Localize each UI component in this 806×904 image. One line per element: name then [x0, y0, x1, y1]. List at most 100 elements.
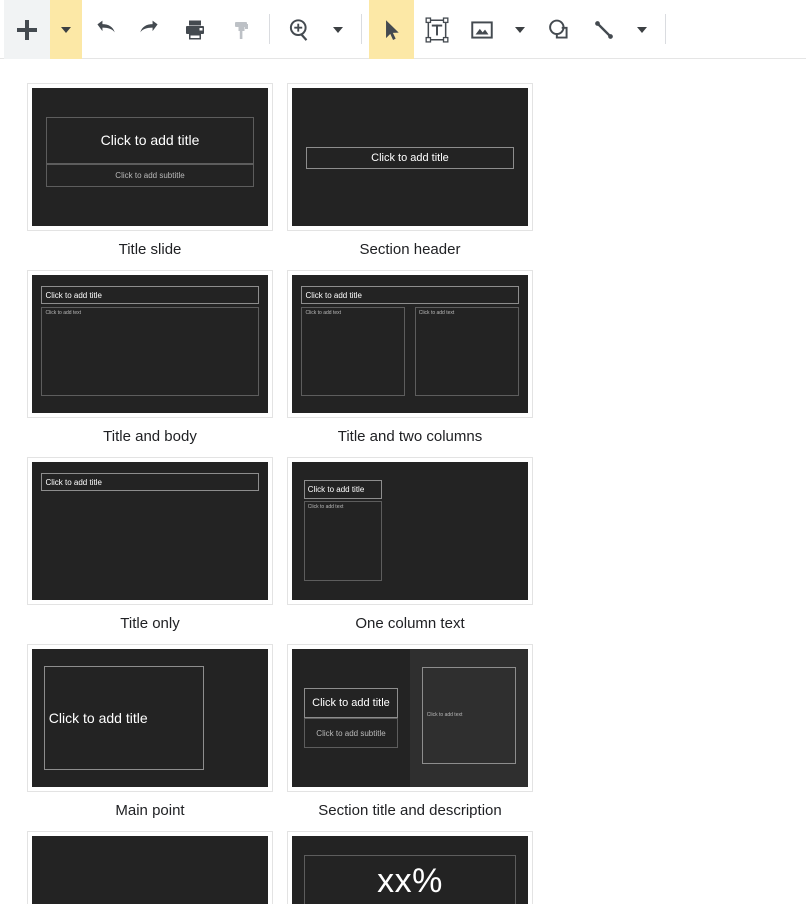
layout-option-title-and-body[interactable]: Click to add title Click to add text Tit… — [20, 270, 280, 446]
placeholder-subtitle-text: Click to add subtitle — [316, 728, 386, 738]
layout-option-one-column-text[interactable]: Click to add title Click to add text One… — [280, 457, 540, 633]
layout-thumbnail[interactable]: Click to add title — [27, 457, 273, 605]
layout-thumbnail[interactable]: Click to add title Click to add text — [27, 270, 273, 418]
layout-grid: Click to add title Click to add subtitle… — [0, 59, 806, 904]
layout-thumbnail[interactable]: Click to add title — [287, 83, 533, 231]
placeholder-title-text: Click to add title — [100, 132, 200, 149]
layout-label: One column text — [355, 615, 465, 632]
placeholder-title: Click to add title — [41, 286, 259, 304]
placeholder-body: Click to add text — [421, 666, 517, 764]
slide-preview: Click to add title Click to add text Cli… — [292, 275, 528, 413]
shapes-icon — [548, 19, 568, 39]
line-dropdown[interactable] — [626, 0, 658, 59]
layout-label: Section title and description — [318, 802, 502, 819]
placeholder-title-text: Click to add title — [45, 477, 102, 487]
placeholder-title: Click to add title — [41, 473, 259, 491]
zoom-button[interactable] — [277, 0, 322, 59]
placeholder-body-text: Click to add text — [45, 309, 82, 316]
placeholder-title: Click to add title — [46, 116, 254, 164]
placeholder-body-left: Click to add text — [301, 306, 406, 397]
print-icon — [185, 20, 204, 39]
layout-thumbnail[interactable]: Click to add text — [27, 831, 273, 904]
chevron-down-icon — [333, 26, 343, 33]
placeholder-big-number-text: xx% — [377, 862, 443, 901]
layout-option-main-point[interactable]: Click to add title Main point — [20, 644, 280, 820]
chevron-down-icon — [61, 26, 71, 33]
undo-button[interactable] — [82, 0, 127, 59]
layout-option-title-slide[interactable]: Click to add title Click to add subtitle… — [20, 83, 280, 259]
slide-preview: Click to add title Click to add text — [32, 275, 268, 413]
redo-icon — [139, 20, 158, 32]
slide-preview: Click to add title Click to add subtitle… — [292, 649, 528, 787]
toolbar-divider — [269, 14, 270, 44]
redo-button[interactable] — [127, 0, 172, 59]
placeholder-title: Click to add title — [303, 687, 399, 718]
line-button[interactable] — [581, 0, 626, 59]
placeholder-title-text: Click to add title — [48, 709, 148, 726]
zoom-in-icon — [289, 18, 307, 41]
paint-roller-icon — [234, 21, 248, 39]
layout-option-title-only[interactable]: Click to add title Title only — [20, 457, 280, 633]
layout-option-big-number[interactable]: xx% Click to add text Big number — [280, 831, 540, 904]
slide-preview: Click to add text — [32, 836, 268, 904]
placeholder-title-text: Click to add title — [371, 152, 449, 165]
placeholder-subtitle-text: Click to add subtitle — [115, 171, 185, 181]
new-slide-button[interactable] — [4, 0, 50, 59]
select-tool-button[interactable] — [369, 0, 414, 59]
plus-icon — [17, 19, 37, 40]
paint-format-button[interactable] — [217, 0, 262, 59]
new-slide-dropdown[interactable] — [50, 0, 82, 59]
insert-image-button[interactable] — [459, 0, 504, 59]
placeholder-title: Click to add title — [303, 479, 382, 500]
zoom-dropdown[interactable] — [322, 0, 354, 59]
toolbar — [0, 0, 806, 59]
shapes-button[interactable] — [536, 0, 581, 59]
toolbar-divider — [665, 14, 666, 44]
layout-thumbnail[interactable]: Click to add title Click to add subtitle — [27, 83, 273, 231]
slide-preview: Click to add title — [32, 462, 268, 600]
layout-thumbnail[interactable]: Click to add title Click to add text Cli… — [287, 270, 533, 418]
placeholder-title-text: Click to add title — [307, 485, 365, 495]
layout-option-section-header[interactable]: Click to add title Section header — [280, 83, 540, 259]
placeholder-body: Click to add text — [303, 500, 382, 581]
layout-label: Title and two columns — [337, 428, 483, 445]
layout-thumbnail[interactable]: Click to add title Click to add text — [287, 457, 533, 605]
placeholder-body-text: Click to add text — [426, 712, 463, 719]
text-box-button[interactable] — [414, 0, 459, 59]
placeholder-body: Click to add text — [41, 306, 259, 397]
placeholder-title: Click to add title — [306, 147, 514, 170]
layout-option-title-two-columns[interactable]: Click to add title Click to add text Cli… — [280, 270, 540, 446]
placeholder-title: Click to add title — [43, 665, 205, 771]
placeholder-title: Click to add title — [301, 286, 519, 304]
slide-preview: Click to add title Click to add text — [292, 462, 528, 600]
slide-preview: Click to add title — [32, 649, 268, 787]
placeholder-body-text: Click to add text — [305, 309, 342, 316]
layout-thumbnail[interactable]: Click to add title Click to add subtitle… — [287, 644, 533, 792]
placeholder-subtitle: Click to add subtitle — [303, 718, 399, 749]
text-box-icon — [425, 16, 448, 43]
line-icon — [594, 20, 613, 39]
placeholder-body-right: Click to add text — [414, 306, 519, 397]
layout-option-caption[interactable]: Click to add text Caption — [20, 831, 280, 904]
print-button[interactable] — [172, 0, 217, 59]
placeholder-body-text: Click to add text — [307, 503, 344, 510]
placeholder-title-text: Click to add title — [305, 290, 362, 300]
placeholder-title-text: Click to add title — [312, 696, 390, 709]
toolbar-divider — [361, 14, 362, 44]
layout-label: Section header — [359, 241, 461, 258]
layout-option-section-title-description[interactable]: Click to add title Click to add subtitle… — [280, 644, 540, 820]
image-icon — [470, 20, 493, 39]
placeholder-subtitle: Click to add subtitle — [46, 163, 254, 188]
insert-image-dropdown[interactable] — [504, 0, 536, 59]
placeholder-body-text: Click to add text — [418, 309, 455, 316]
layout-thumbnail[interactable]: Click to add title — [27, 644, 273, 792]
cursor-arrow-icon — [385, 19, 399, 40]
layout-label: Title only — [120, 615, 180, 632]
placeholder-big-number: xx% — [303, 855, 517, 904]
placeholder-title-text: Click to add title — [45, 290, 102, 300]
slide-preview: xx% Click to add text — [292, 836, 528, 904]
layout-label: Title slide — [118, 241, 182, 258]
layout-thumbnail[interactable]: xx% Click to add text — [287, 831, 533, 904]
layout-label: Title and body — [103, 428, 197, 445]
chevron-down-icon — [637, 26, 647, 33]
